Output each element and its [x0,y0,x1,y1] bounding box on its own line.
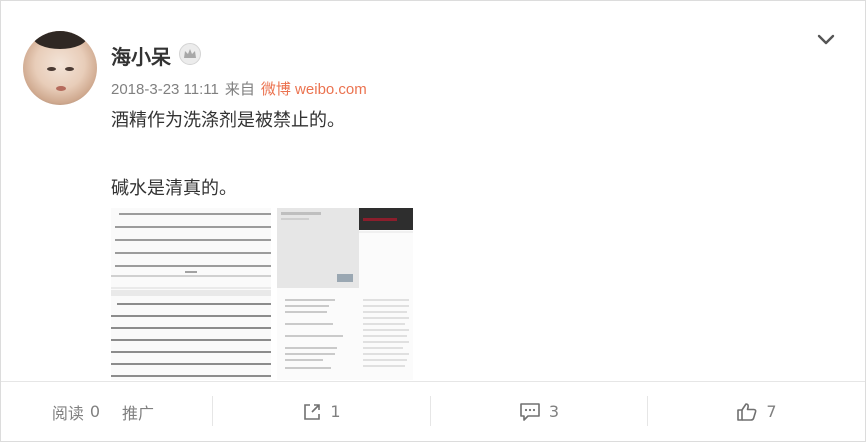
crown-icon[interactable] [179,43,201,65]
comment-icon [520,402,540,421]
avatar-mouth [56,86,66,91]
read-label: 阅读 [51,403,84,423]
post-meta: 2018-3-23 11:11 来自 微博 weibo.com [111,78,367,99]
post-image-2[interactable] [277,208,413,380]
avatar-hair [33,31,87,49]
promote-label: 推广 [121,403,154,423]
comment-count: 3 [548,402,560,421]
share-icon [304,403,321,420]
read-count-value: 0 [89,402,101,421]
username[interactable]: 海小呆 [111,41,171,70]
via-prefix: 来自 [224,81,255,98]
share-button[interactable]: 1 [213,382,430,441]
like-button[interactable]: 7 [648,382,865,441]
post-image-1[interactable] [111,208,271,380]
avatar[interactable] [23,31,97,105]
post-timestamp[interactable]: 2018-3-23 11:11 [111,81,219,98]
read-count: 阅读 0 [31,382,121,441]
post-text-line-1: 酒精作为洗涤剂是被禁止的。 [111,110,345,131]
post-source-link[interactable]: 微博 weibo.com [261,81,367,98]
promote-button[interactable]: 推广 [113,382,163,441]
thumbs-up-icon [737,402,757,421]
avatar-eye-right [65,67,74,71]
post-actions-bar: 阅读 0 推广 1 3 7 [1,382,865,441]
post-text-line-2: 碱水是清真的。 [111,178,237,199]
avatar-eye-left [47,67,56,71]
chevron-down-icon[interactable] [813,29,839,51]
weibo-post-card: 海小呆 2018-3-23 11:11 来自 微博 weibo.com 酒精作为洗涤… [0,0,866,442]
comment-button[interactable]: 3 [431,382,647,441]
share-count: 1 [330,402,341,421]
like-count: 7 [766,402,777,421]
